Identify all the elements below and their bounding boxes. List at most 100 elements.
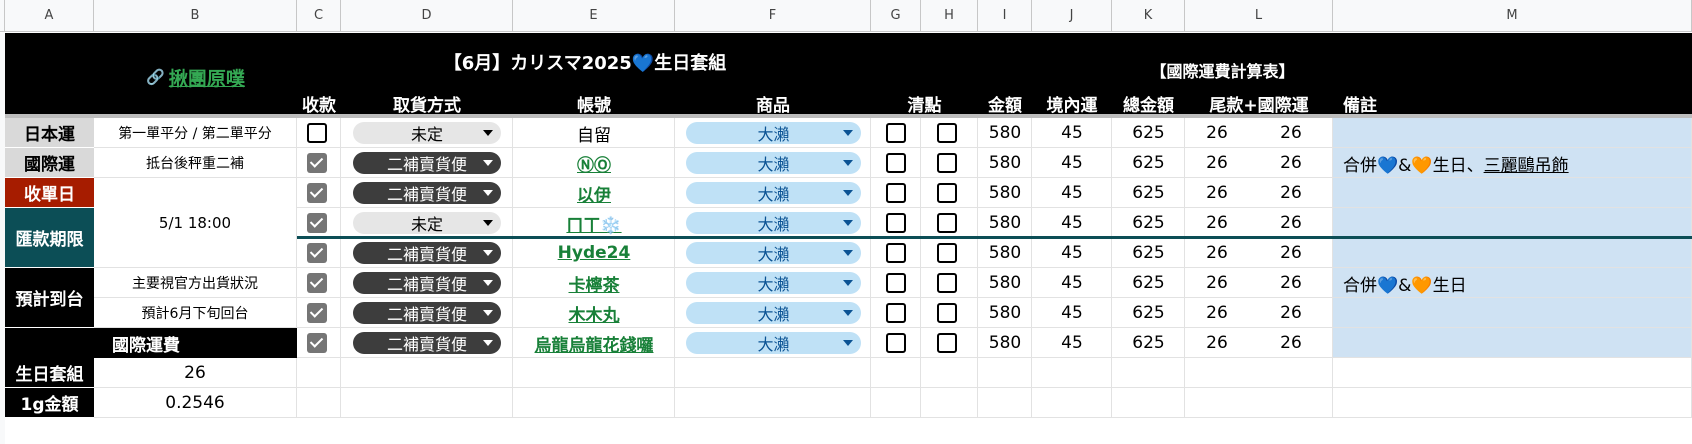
grid-cell[interactable] bbox=[871, 358, 921, 388]
column-header-g[interactable]: G bbox=[871, 0, 921, 32]
account-name[interactable]: Hyde24 bbox=[558, 243, 631, 263]
column-header-b[interactable]: B bbox=[94, 0, 297, 32]
account-cell[interactable]: ㄇㄒ❄️ bbox=[513, 208, 675, 238]
grid-cell[interactable] bbox=[1333, 178, 1692, 208]
grid-cell[interactable] bbox=[871, 388, 921, 418]
column-header-f[interactable]: F bbox=[675, 0, 871, 32]
column-header-e[interactable]: E bbox=[513, 0, 675, 32]
pickup-dropdown[interactable]: 二補賣貨便 bbox=[353, 302, 501, 324]
grid-cell[interactable] bbox=[1185, 388, 1333, 418]
grid-cell[interactable] bbox=[1032, 388, 1112, 418]
pickup-dropdown[interactable]: 二補賣貨便 bbox=[353, 182, 501, 204]
column-header-m[interactable]: M bbox=[1333, 0, 1692, 32]
grid-cell[interactable] bbox=[341, 358, 513, 388]
check-box-2[interactable] bbox=[937, 153, 957, 173]
check-box-2[interactable] bbox=[937, 243, 957, 263]
grid-cell[interactable] bbox=[1333, 388, 1692, 418]
grid-cell[interactable] bbox=[297, 388, 341, 418]
check-box-2[interactable] bbox=[937, 123, 957, 143]
grid-cell[interactable] bbox=[1333, 208, 1692, 238]
pickup-dropdown[interactable]: 未定 bbox=[353, 212, 501, 234]
paid-checkbox-checked[interactable] bbox=[307, 273, 327, 293]
account-name[interactable]: 以伊 bbox=[577, 181, 611, 206]
column-header-l[interactable]: L bbox=[1185, 0, 1333, 32]
account-name[interactable]: 木木丸 bbox=[569, 301, 620, 326]
product-dropdown[interactable]: 大瀨 bbox=[686, 302, 861, 324]
pickup-dropdown[interactable]: 未定 bbox=[353, 122, 501, 144]
account-cell[interactable]: 以伊 bbox=[513, 178, 675, 208]
grid-cell[interactable] bbox=[978, 388, 1032, 418]
paid-checkbox[interactable] bbox=[307, 123, 327, 143]
paid-checkbox-checked[interactable] bbox=[307, 243, 327, 263]
account-cell[interactable]: 木木丸 bbox=[513, 298, 675, 328]
pickup-dropdown[interactable]: 二補賣貨便 bbox=[353, 242, 501, 264]
pickup-dropdown[interactable]: 二補賣貨便 bbox=[353, 332, 501, 354]
check-box-2[interactable] bbox=[937, 213, 957, 233]
grid-cell[interactable] bbox=[1185, 358, 1333, 388]
column-header-a[interactable]: A bbox=[5, 0, 94, 32]
grid-cell[interactable] bbox=[1333, 118, 1692, 148]
account-name[interactable]: ㄇㄒ❄️ bbox=[566, 211, 621, 236]
grid-cell[interactable] bbox=[1333, 298, 1692, 328]
paid-checkbox-checked[interactable] bbox=[307, 333, 327, 353]
grid-cell[interactable] bbox=[297, 358, 341, 388]
grid-cell[interactable] bbox=[513, 358, 675, 388]
pickup-dropdown[interactable]: 二補賣貨便 bbox=[353, 152, 501, 174]
product-dropdown[interactable]: 大瀨 bbox=[686, 332, 861, 354]
grid-cell[interactable] bbox=[1112, 388, 1185, 418]
check-box-1[interactable] bbox=[886, 243, 906, 263]
grid-cell[interactable] bbox=[921, 358, 978, 388]
grid-cell[interactable] bbox=[341, 388, 513, 418]
column-header-i[interactable]: I bbox=[978, 0, 1032, 32]
check-box-2[interactable] bbox=[937, 273, 957, 293]
product-dropdown[interactable]: 大瀨 bbox=[686, 122, 861, 144]
check-box-2[interactable] bbox=[937, 183, 957, 203]
account-cell[interactable]: ⓃⓄ bbox=[513, 148, 675, 178]
check-box-2[interactable] bbox=[937, 333, 957, 353]
check-box-1[interactable] bbox=[886, 213, 906, 233]
account-name[interactable]: ⓃⓄ bbox=[577, 151, 611, 176]
grid-cell[interactable] bbox=[675, 388, 871, 418]
column-header-c[interactable]: C bbox=[297, 0, 341, 32]
product-dropdown[interactable]: 大瀨 bbox=[686, 182, 861, 204]
product-dropdown[interactable]: 大瀨 bbox=[686, 242, 861, 264]
product-dropdown[interactable]: 大瀨 bbox=[686, 152, 861, 174]
account-name[interactable]: 卡檸茶 bbox=[569, 271, 620, 296]
grid-cell[interactable] bbox=[921, 388, 978, 418]
grid-cell[interactable] bbox=[675, 358, 871, 388]
pickup-dropdown[interactable]: 二補賣貨便 bbox=[353, 272, 501, 294]
grid-cell[interactable] bbox=[1112, 358, 1185, 388]
grid-cell[interactable] bbox=[1032, 358, 1112, 388]
paid-checkbox-checked[interactable] bbox=[307, 153, 327, 173]
column-header-j[interactable]: J bbox=[1032, 0, 1112, 32]
note-link[interactable]: 三麗鷗吊飾 bbox=[1484, 151, 1569, 176]
product-value: 大瀨 bbox=[757, 305, 790, 324]
account-name[interactable]: 烏龍烏龍花錢囉 bbox=[535, 331, 654, 356]
column-header-d[interactable]: D bbox=[341, 0, 513, 32]
grid-cell[interactable] bbox=[1333, 328, 1692, 358]
paid-checkbox-checked[interactable] bbox=[307, 183, 327, 203]
check-box-1[interactable] bbox=[886, 273, 906, 293]
column-header-k[interactable]: K bbox=[1112, 0, 1185, 32]
paid-checkbox-checked[interactable] bbox=[307, 213, 327, 233]
check-box-1[interactable] bbox=[886, 333, 906, 353]
account-cell[interactable]: Hyde24 bbox=[513, 238, 675, 268]
check-box-1[interactable] bbox=[886, 123, 906, 143]
survey-link[interactable]: 🔗 揪團原噗 bbox=[94, 52, 297, 102]
check-box-1[interactable] bbox=[886, 153, 906, 173]
grid-cell[interactable] bbox=[1333, 238, 1692, 268]
check-box-1[interactable] bbox=[886, 303, 906, 323]
check-box-1[interactable] bbox=[886, 183, 906, 203]
grid-cell[interactable] bbox=[1333, 358, 1692, 388]
column-header-h[interactable]: H bbox=[921, 0, 978, 32]
survey-link-text[interactable]: 揪團原噗 bbox=[169, 64, 245, 91]
account-cell[interactable]: 卡檸茶 bbox=[513, 268, 675, 298]
product-dropdown[interactable]: 大瀨 bbox=[686, 272, 861, 294]
product-dropdown[interactable]: 大瀨 bbox=[686, 212, 861, 234]
note-text: 合併💙&🧡生日 bbox=[1343, 275, 1467, 296]
grid-cell[interactable] bbox=[978, 358, 1032, 388]
account-cell[interactable]: 烏龍烏龍花錢囉 bbox=[513, 328, 675, 358]
check-box-2[interactable] bbox=[937, 303, 957, 323]
grid-cell[interactable] bbox=[513, 388, 675, 418]
paid-checkbox-checked[interactable] bbox=[307, 303, 327, 323]
